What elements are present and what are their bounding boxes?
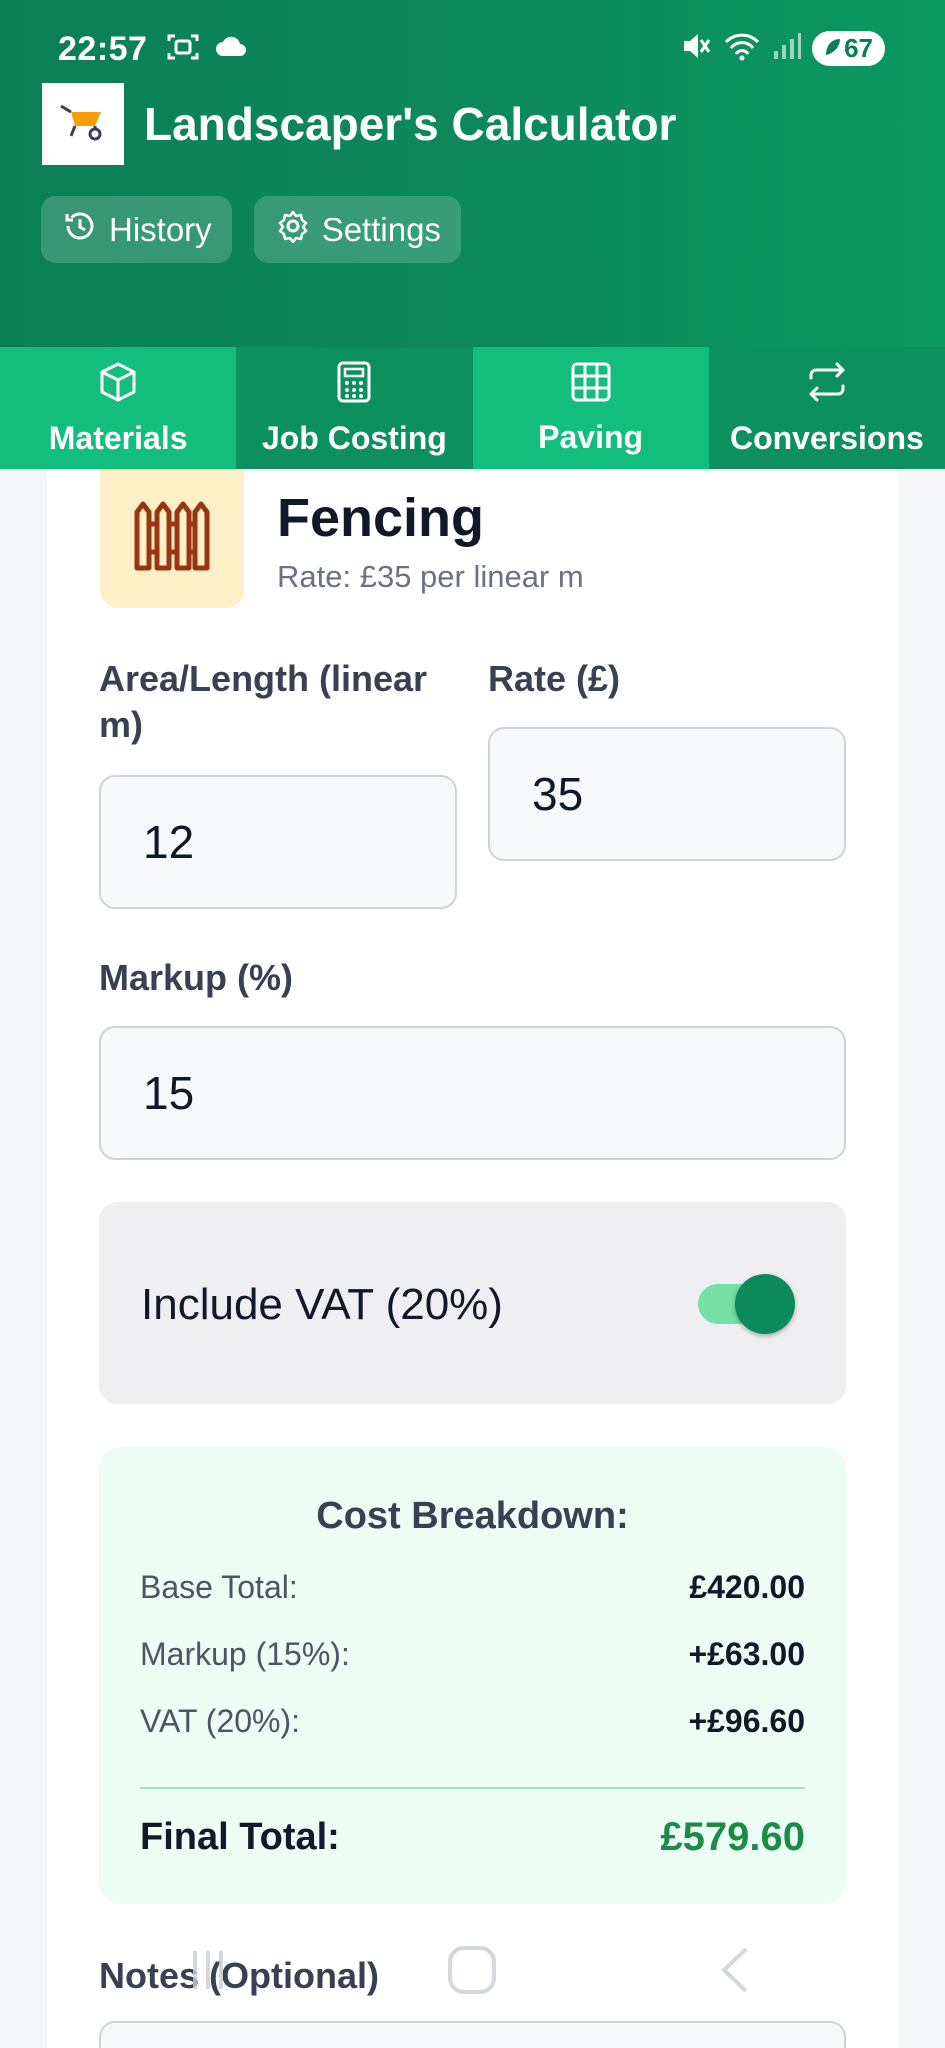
tab-label: Paving <box>538 418 644 455</box>
history-button[interactable]: History <box>41 196 232 263</box>
mute-icon <box>680 30 712 67</box>
cloud-icon <box>214 32 248 67</box>
markup-input[interactable]: 15 <box>99 1026 846 1160</box>
box-icon <box>96 360 140 412</box>
wheelbarrow-icon <box>57 102 109 147</box>
final-total-value: £579.60 <box>660 1815 805 1859</box>
breakdown-value: +£96.60 <box>688 1703 805 1739</box>
section-title: Fencing <box>277 488 485 548</box>
breakdown-label: Markup (15%): <box>140 1636 350 1672</box>
tab-label: Job Costing <box>261 419 447 456</box>
section-rate: Rate: £35 per linear m <box>277 559 584 594</box>
vat-label: Include VAT (20%) <box>141 1280 503 1329</box>
recent-apps-icon[interactable] <box>183 1945 233 2000</box>
length-label: Area/Length (linear m) <box>99 658 428 745</box>
calculator-icon <box>334 360 374 412</box>
breakdown-row-markup: Markup (15%): +£63.00 <box>140 1636 805 1673</box>
rate-label: Rate (£) <box>488 658 621 699</box>
cost-breakdown: Cost Breakdown: Base Total: £420.00 Mark… <box>99 1447 846 1904</box>
app-logo <box>42 83 124 165</box>
leaf-icon <box>824 33 842 64</box>
rate-input[interactable]: 35 <box>488 727 846 861</box>
battery-indicator: 67 <box>812 31 885 66</box>
wifi-icon <box>722 30 762 67</box>
tab-conversions[interactable]: Conversions <box>708 347 945 469</box>
fence-icon-box <box>100 469 244 608</box>
fence-icon <box>131 500 213 577</box>
history-label: History <box>109 210 212 248</box>
length-input[interactable]: 12 <box>99 775 457 909</box>
gear-icon <box>276 209 310 251</box>
tab-label: Materials <box>48 419 188 456</box>
back-icon[interactable] <box>712 1945 756 2000</box>
breakdown-row-vat: VAT (20%): +£96.60 <box>140 1703 805 1740</box>
breakdown-row-final: Final Total: £579.60 <box>140 1815 805 1860</box>
tab-paving[interactable]: Paving <box>472 347 709 469</box>
breakdown-label: VAT (20%): <box>140 1703 301 1739</box>
breakdown-divider <box>140 1787 805 1789</box>
battery-level: 67 <box>844 33 873 63</box>
breakdown-label: Base Total: <box>140 1569 298 1605</box>
section-header: Fencing Rate: £35 per linear m <box>100 469 584 608</box>
breakdown-title: Cost Breakdown: <box>316 1495 629 1537</box>
grid-icon <box>570 361 612 411</box>
settings-button[interactable]: Settings <box>253 196 461 263</box>
notes-input[interactable] <box>99 2021 846 2048</box>
tab-job-costing[interactable]: Job Costing <box>236 347 473 469</box>
calculator-card: Fencing Rate: £35 per linear m Area/Leng… <box>47 469 898 2048</box>
breakdown-value: +£63.00 <box>688 1636 805 1672</box>
status-time: 22:57 <box>58 30 148 68</box>
arrows-swap-icon <box>805 360 849 412</box>
signal-icon <box>772 31 802 66</box>
vat-option: Include VAT (20%) <box>99 1202 846 1404</box>
screenshot-icon <box>166 32 200 67</box>
vat-toggle-knob[interactable] <box>735 1274 795 1334</box>
home-icon[interactable] <box>444 1945 500 2000</box>
settings-label: Settings <box>321 210 441 248</box>
status-bar: 22:57 67 <box>58 26 885 70</box>
markup-label: Markup (%) <box>99 957 294 998</box>
tab-bar: Materials Job Costing Paving Conversions <box>0 347 945 469</box>
app-header: 22:57 67 Landscaper's Calculator History… <box>0 0 945 347</box>
breakdown-row-base: Base Total: £420.00 <box>140 1569 805 1606</box>
app-title: Landscaper's Calculator <box>144 98 677 150</box>
final-total-label: Final Total: <box>140 1816 340 1858</box>
system-nav-bar <box>0 1945 945 2015</box>
history-icon <box>63 209 97 251</box>
tab-materials[interactable]: Materials <box>0 347 237 469</box>
breakdown-value: £420.00 <box>689 1569 805 1605</box>
tab-label: Conversions <box>729 419 924 456</box>
